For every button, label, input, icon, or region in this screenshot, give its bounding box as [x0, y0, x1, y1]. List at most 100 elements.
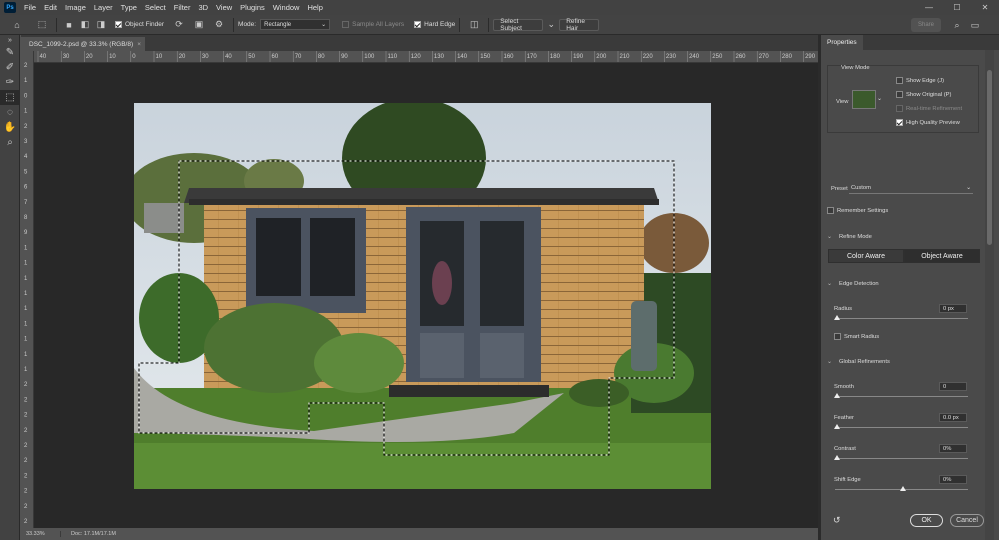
- document-tab[interactable]: DSC_1099-2.psd @ 33.3% (RGB/8) ×: [21, 37, 145, 51]
- canvas[interactable]: [34, 63, 818, 528]
- ok-button[interactable]: OK: [910, 514, 943, 527]
- view-mode-heading: View Mode: [841, 65, 870, 71]
- shift-edge-field[interactable]: 0%: [939, 475, 967, 484]
- cancel-button[interactable]: Cancel: [950, 514, 984, 527]
- home-icon[interactable]: ⌂: [10, 18, 24, 32]
- contrast-slider-track[interactable]: [835, 458, 968, 459]
- menu-view[interactable]: View: [212, 3, 236, 12]
- object-selection-tool-icon[interactable]: ⬚: [0, 90, 20, 105]
- refine-edge-brush-icon[interactable]: ✐: [0, 60, 20, 75]
- smart-radius-row[interactable]: Smart Radius: [834, 333, 879, 340]
- contrast-field[interactable]: 0%: [939, 444, 967, 453]
- remember-settings-row[interactable]: Remember Settings: [827, 207, 888, 214]
- high-quality-preview-row[interactable]: High Quality Preview: [896, 119, 960, 126]
- close-window-button[interactable]: ✕: [971, 0, 999, 15]
- contrast-slider-thumb[interactable]: [834, 455, 840, 460]
- tool-preset-icon[interactable]: ⬚: [35, 18, 49, 32]
- realtime-refinement-checkbox[interactable]: [896, 105, 903, 112]
- realtime-refinement-row[interactable]: Real-time Refinement: [896, 105, 962, 112]
- show-original-row[interactable]: Show Original (P): [896, 91, 951, 98]
- smooth-field[interactable]: 0: [939, 382, 967, 391]
- feather-slider-thumb[interactable]: [834, 424, 840, 429]
- menu-edit[interactable]: Edit: [40, 3, 61, 12]
- maximize-button[interactable]: ☐: [943, 0, 971, 15]
- scrollbar-thumb[interactable]: [987, 70, 992, 245]
- feather-field[interactable]: 0.0 px: [939, 413, 967, 422]
- shift-edge-slider-thumb[interactable]: [900, 486, 906, 491]
- edge-detection-label: Edge Detection: [839, 280, 879, 287]
- select-and-mask-icon[interactable]: ◫: [467, 18, 481, 32]
- refine-mode-header[interactable]: ⌄ Refine Mode: [827, 233, 872, 241]
- radius-label: Radius: [834, 306, 853, 312]
- radius-slider-track[interactable]: [835, 318, 968, 319]
- brush-tool-icon[interactable]: ✑: [0, 75, 20, 90]
- remember-settings-checkbox[interactable]: [827, 207, 834, 214]
- view-thumbnail[interactable]: [852, 90, 876, 109]
- high-quality-preview-checkbox[interactable]: [896, 119, 903, 126]
- edge-detection-header[interactable]: ⌄ Edge Detection: [827, 280, 879, 288]
- reset-icon[interactable]: ↺: [833, 515, 841, 526]
- ruler-label: 80: [318, 54, 325, 60]
- radius-field[interactable]: 0 px: [939, 304, 967, 313]
- menu-3d[interactable]: 3D: [194, 3, 212, 12]
- subtract-selection-icon[interactable]: ◨: [94, 18, 108, 32]
- share-button[interactable]: Share: [911, 18, 941, 32]
- gear-icon[interactable]: ⚙: [212, 18, 226, 32]
- mode-select[interactable]: Rectangle ⌄: [260, 19, 331, 30]
- menu-file[interactable]: File: [20, 3, 40, 12]
- properties-scrollbar[interactable]: [985, 50, 994, 540]
- new-selection-icon[interactable]: ■: [62, 18, 76, 32]
- hard-edge-checkbox[interactable]: [414, 21, 422, 28]
- ruler-label: 3: [24, 139, 28, 145]
- menu-select[interactable]: Select: [141, 3, 170, 12]
- search-icon[interactable]: ⌕: [950, 18, 964, 32]
- feather-slider-track[interactable]: [835, 427, 968, 428]
- menu-type[interactable]: Type: [117, 3, 141, 12]
- show-edge-checkbox[interactable]: [896, 77, 903, 84]
- tab-properties[interactable]: Properties: [821, 35, 863, 50]
- document-image[interactable]: [134, 103, 711, 489]
- show-original-checkbox[interactable]: [896, 91, 903, 98]
- preset-select[interactable]: Custom ⌄: [849, 185, 973, 194]
- add-selection-icon[interactable]: ◧: [78, 18, 92, 32]
- smooth-slider-thumb[interactable]: [834, 393, 840, 398]
- show-original-label: Show Original (P): [906, 92, 952, 99]
- menu-help[interactable]: Help: [303, 3, 326, 12]
- radius-slider-thumb[interactable]: [834, 315, 840, 320]
- quick-selection-tool-icon[interactable]: ✎: [0, 45, 20, 60]
- zoom-tool-icon[interactable]: ⌕: [0, 135, 20, 150]
- object-aware-button[interactable]: Object Aware: [904, 249, 980, 263]
- photoshop-logo-icon[interactable]: Ps: [4, 2, 16, 13]
- menu-filter[interactable]: Filter: [170, 3, 195, 12]
- select-subject-button[interactable]: Select Subject: [493, 18, 544, 32]
- smart-radius-checkbox[interactable]: [834, 333, 841, 340]
- object-finder-checkbox[interactable]: [115, 21, 122, 28]
- show-edge-row[interactable]: Show Edge (J): [896, 77, 944, 84]
- menu-image[interactable]: Image: [61, 3, 90, 12]
- sample-all-layers-checkbox[interactable]: [342, 21, 350, 28]
- menu-layer[interactable]: Layer: [90, 3, 117, 12]
- smooth-slider-track[interactable]: [835, 396, 968, 397]
- menu-bar: Ps File Edit Image Layer Type Select Fil…: [0, 0, 999, 15]
- zoom-level[interactable]: 33.33%: [21, 531, 61, 537]
- menu-window[interactable]: Window: [269, 3, 304, 12]
- global-refinements-header[interactable]: ⌄ Global Refinements: [827, 358, 890, 366]
- object-finder-label: Object Finder: [125, 21, 165, 28]
- close-tab-icon[interactable]: ×: [137, 41, 141, 48]
- workspace-icon[interactable]: ▭: [968, 18, 982, 32]
- minimize-button[interactable]: —: [915, 0, 943, 15]
- refine-hair-button[interactable]: Refine Hair: [559, 18, 600, 32]
- lasso-tool-icon[interactable]: ◌: [0, 105, 20, 120]
- collapse-toolbar-icon[interactable]: »: [0, 35, 20, 45]
- color-aware-button[interactable]: Color Aware: [828, 249, 904, 263]
- doc-size-info[interactable]: Doc: 17.1M/17.1M: [61, 531, 116, 537]
- refresh-icon[interactable]: ⟳: [172, 18, 186, 32]
- chevron-down-icon[interactable]: ⌄: [877, 96, 882, 102]
- hand-tool-icon[interactable]: ✋: [0, 120, 20, 135]
- menu-plugins[interactable]: Plugins: [236, 3, 269, 12]
- ruler-label: 5: [24, 169, 28, 175]
- garden-room-photo: [134, 103, 711, 489]
- show-all-objects-icon[interactable]: ▣: [192, 18, 206, 32]
- chevron-down-icon: ⌄: [321, 22, 327, 28]
- chevron-down-icon[interactable]: ⌄: [547, 18, 555, 32]
